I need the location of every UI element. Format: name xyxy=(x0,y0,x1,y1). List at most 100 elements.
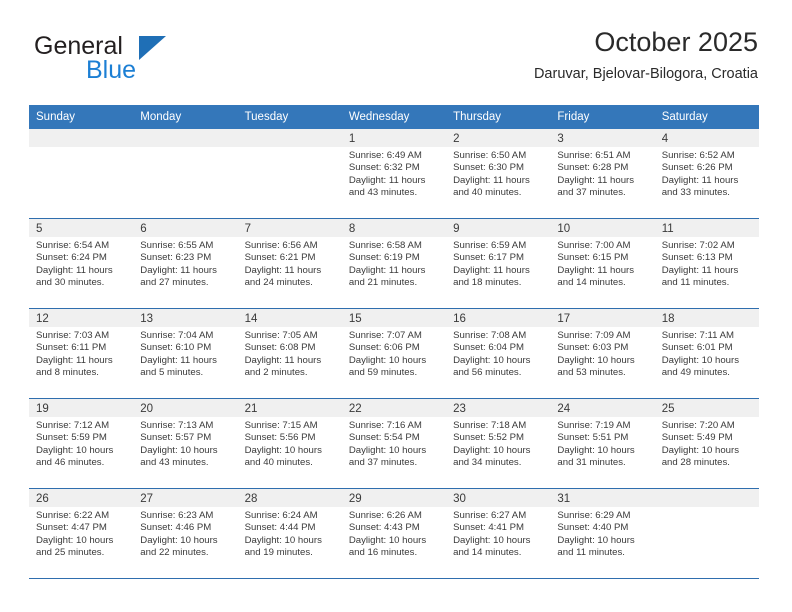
day-details: Sunrise: 6:49 AM Sunset: 6:32 PM Daylight:… xyxy=(342,147,446,199)
day-number-band: 2 xyxy=(446,129,551,147)
day-number: 7 xyxy=(244,223,251,235)
day-number: 20 xyxy=(140,403,154,415)
sunset-text: Sunset: 6:10 PM xyxy=(140,342,212,354)
daylight-text-line1: Daylight: 10 hours xyxy=(453,444,531,456)
sunrise-text: Sunrise: 7:04 AM xyxy=(140,330,214,341)
day-cell[interactable]: 7 Sunrise: 6:56 AM Sunset: 6:21 PM Daylight… xyxy=(237,219,342,308)
day-details: Sunrise: 6:51 AM Sunset: 6:28 PM Daylight:… xyxy=(550,147,654,199)
sunset-text: Sunset: 6:26 PM xyxy=(661,162,733,174)
day-cell[interactable]: 1 Sunrise: 6:49 AM Sunset: 6:32 PM Daylight… xyxy=(341,129,447,218)
day-cell[interactable]: 23 Sunrise: 7:18 AM Sunset: 5:52 PM Dayligh… xyxy=(446,399,551,488)
day-cell[interactable]: 21 Sunrise: 7:15 AM Sunset: 5:56 PM Dayligh… xyxy=(237,399,342,488)
day-cell[interactable]: 6 Sunrise: 6:55 AM Sunset: 6:23 PM Daylight… xyxy=(133,219,238,308)
daylight-text-line2: and 53 minutes. xyxy=(557,366,626,378)
day-cell[interactable]: 9 Sunrise: 6:59 AM Sunset: 6:17 PM Daylight… xyxy=(446,219,551,308)
sunrise-text: Sunrise: 7:12 AM xyxy=(36,420,110,431)
daylight-text-line1: Daylight: 10 hours xyxy=(557,534,635,546)
day-cell[interactable]: 4 Sunrise: 6:52 AM Sunset: 6:26 PM Daylight… xyxy=(654,129,759,218)
sunrise-text: Sunrise: 6:54 AM xyxy=(36,240,110,251)
day-number-band xyxy=(654,489,759,507)
day-number: 5 xyxy=(36,223,43,235)
day-cell[interactable]: 25 Sunrise: 7:20 AM Sunset: 5:49 PM Dayligh… xyxy=(654,399,759,488)
day-number-band: 24 xyxy=(550,399,655,417)
day-details: Sunrise: 7:04 AM Sunset: 6:10 PM Daylight:… xyxy=(133,327,237,379)
daylight-text-line2: and 59 minutes. xyxy=(348,366,418,378)
day-number-band: 6 xyxy=(133,219,238,237)
daylight-text-line2: and 21 minutes. xyxy=(348,276,418,288)
day-number: 3 xyxy=(557,133,564,145)
day-cell[interactable]: 11 Sunrise: 7:02 AM Sunset: 6:13 PM Dayligh… xyxy=(654,219,759,308)
day-number-band: 15 xyxy=(341,309,447,327)
day-cell[interactable]: 26 Sunrise: 6:22 AM Sunset: 4:47 PM Dayligh… xyxy=(29,489,134,578)
day-cell[interactable]: 17 Sunrise: 7:09 AM Sunset: 6:03 PM Dayligh… xyxy=(550,309,655,398)
day-cell[interactable]: 29 Sunrise: 6:26 AM Sunset: 4:43 PM Dayligh… xyxy=(341,489,447,578)
day-cell[interactable]: 16 Sunrise: 7:08 AM Sunset: 6:04 PM Dayligh… xyxy=(446,309,551,398)
day-cell[interactable]: 2 Sunrise: 6:50 AM Sunset: 6:30 PM Daylight… xyxy=(446,129,551,218)
weekday-header-tuesday: Tuesday xyxy=(244,111,289,123)
day-number: 6 xyxy=(140,223,147,235)
day-number-band: 17 xyxy=(550,309,655,327)
sunrise-text: Sunrise: 7:11 AM xyxy=(661,330,735,341)
day-cell-empty xyxy=(237,129,342,218)
weekday-header-row: Sunday Monday Tuesday Wednesday Thursday Frid… xyxy=(29,105,759,129)
day-details: Sunrise: 7:03 AM Sunset: 6:11 PM Daylight:… xyxy=(29,327,133,379)
day-number-band: 26 xyxy=(29,489,134,507)
day-cell[interactable]: 5 Sunrise: 6:54 AM Sunset: 6:24 PM Daylight… xyxy=(29,219,134,308)
daylight-text-line2: and 37 minutes. xyxy=(348,456,418,468)
day-number-band: 23 xyxy=(446,399,551,417)
day-cell[interactable]: 19 Sunrise: 7:12 AM Sunset: 5:59 PM Dayligh… xyxy=(29,399,134,488)
day-details: Sunrise: 6:24 AM Sunset: 4:44 PM Daylight:… xyxy=(238,507,342,559)
sunrise-text: Sunrise: 6:51 AM xyxy=(557,150,631,161)
day-cell[interactable]: 8 Sunrise: 6:58 AM Sunset: 6:19 PM Daylight… xyxy=(341,219,447,308)
day-cell[interactable]: 18 Sunrise: 7:11 AM Sunset: 6:01 PM Dayligh… xyxy=(654,309,759,398)
daylight-text-line1: Daylight: 11 hours xyxy=(244,264,322,276)
day-details: Sunrise: 6:22 AM Sunset: 4:47 PM Daylight:… xyxy=(29,507,133,559)
day-cell[interactable]: 31 Sunrise: 6:29 AM Sunset: 4:40 PM Dayligh… xyxy=(550,489,655,578)
day-number-band: 30 xyxy=(446,489,551,507)
day-cell[interactable]: 10 Sunrise: 7:00 AM Sunset: 6:15 PM Dayligh… xyxy=(550,219,655,308)
day-cell[interactable]: 27 Sunrise: 6:23 AM Sunset: 4:46 PM Dayligh… xyxy=(133,489,238,578)
daylight-text-line1: Daylight: 10 hours xyxy=(348,444,427,456)
daylight-text-line2: and 11 minutes. xyxy=(661,276,730,288)
sunrise-text: Sunrise: 7:20 AM xyxy=(661,420,735,431)
triangle-logo-icon xyxy=(139,36,166,60)
daylight-text-line1: Daylight: 11 hours xyxy=(36,354,113,366)
day-cell[interactable]: 14 Sunrise: 7:05 AM Sunset: 6:08 PM Dayligh… xyxy=(237,309,342,398)
day-cell[interactable]: 15 Sunrise: 7:07 AM Sunset: 6:06 PM Dayligh… xyxy=(341,309,447,398)
day-number: 16 xyxy=(453,313,466,325)
sunset-text: Sunset: 6:11 PM xyxy=(36,342,107,354)
day-details: Sunrise: 7:13 AM Sunset: 5:57 PM Daylight:… xyxy=(133,417,237,469)
day-number-band: 11 xyxy=(654,219,759,237)
day-cell[interactable]: 22 Sunrise: 7:16 AM Sunset: 5:54 PM Dayligh… xyxy=(341,399,447,488)
day-cell[interactable]: 13 Sunrise: 7:04 AM Sunset: 6:10 PM Dayligh… xyxy=(133,309,238,398)
page-title: October 2025 xyxy=(594,27,758,57)
day-number-band: 29 xyxy=(341,489,447,507)
day-number: 10 xyxy=(557,223,571,235)
day-cell[interactable]: 30 Sunrise: 6:27 AM Sunset: 4:41 PM Dayligh… xyxy=(446,489,551,578)
day-number-band xyxy=(29,129,134,147)
day-number-band: 18 xyxy=(654,309,759,327)
day-number-band: 21 xyxy=(237,399,342,417)
day-number: 28 xyxy=(244,493,258,505)
daylight-text-line2: and 43 minutes. xyxy=(140,456,209,468)
day-cell[interactable]: 12 Sunrise: 7:03 AM Sunset: 6:11 PM Dayligh… xyxy=(29,309,134,398)
sunrise-text: Sunrise: 6:26 AM xyxy=(348,510,422,521)
day-cell[interactable]: 20 Sunrise: 7:13 AM Sunset: 5:57 PM Dayligh… xyxy=(133,399,238,488)
day-cell[interactable]: 3 Sunrise: 6:51 AM Sunset: 6:28 PM Daylight… xyxy=(550,129,655,218)
day-cell[interactable]: 24 Sunrise: 7:19 AM Sunset: 5:51 PM Dayligh… xyxy=(550,399,655,488)
sunrise-text: Sunrise: 6:55 AM xyxy=(140,240,214,251)
sunset-text: Sunset: 6:04 PM xyxy=(453,342,525,354)
sunset-text: Sunset: 6:21 PM xyxy=(244,252,316,264)
sunrise-text: Sunrise: 7:09 AM xyxy=(557,330,631,341)
day-details: Sunrise: 7:00 AM Sunset: 6:15 PM Daylight:… xyxy=(550,237,654,289)
day-details: Sunrise: 6:54 AM Sunset: 6:24 PM Daylight:… xyxy=(29,237,133,289)
day-number-band: 31 xyxy=(550,489,655,507)
day-cell-empty xyxy=(654,489,759,578)
day-number: 2 xyxy=(453,133,460,145)
title-block: October 2025 Daruvar, Bjelovar-Bilogora,… xyxy=(534,26,758,84)
brand-logo[interactable]: General Blue xyxy=(34,32,214,84)
day-number: 12 xyxy=(36,313,49,325)
day-cell[interactable]: 28 Sunrise: 6:24 AM Sunset: 4:44 PM Dayligh… xyxy=(237,489,342,578)
daylight-text-line2: and 14 minutes. xyxy=(557,276,626,288)
daylight-text-line1: Daylight: 10 hours xyxy=(140,444,218,456)
